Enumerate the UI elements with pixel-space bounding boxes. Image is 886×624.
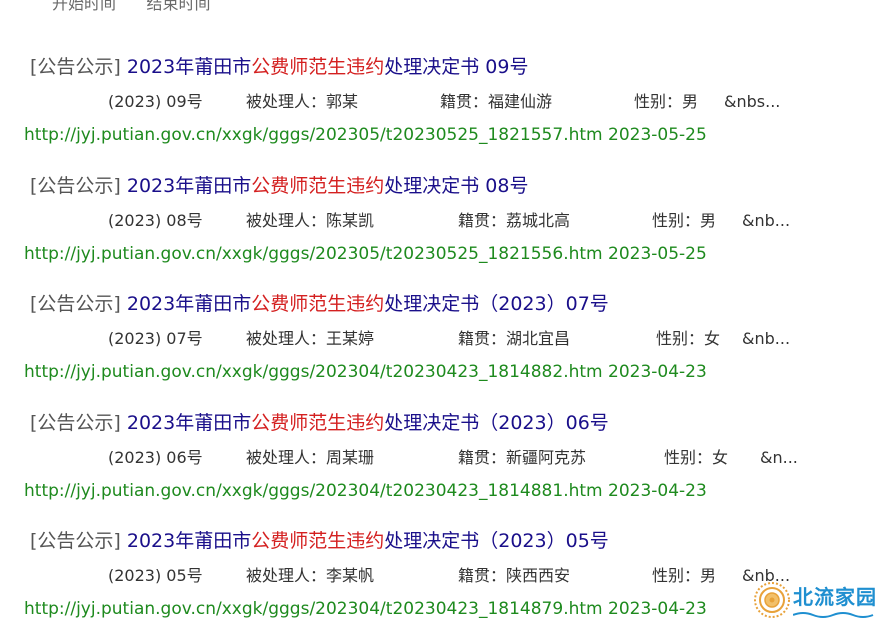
result-date: 2023-05-25	[608, 244, 707, 264]
result-category-tag: [公告公示]	[30, 175, 121, 197]
title-prefix: 2023年莆田市	[126, 412, 252, 434]
snippet-person: 被处理人：郭某	[246, 92, 359, 111]
title-keyword-highlight: 公费师范生违约	[251, 530, 385, 552]
title-prefix: 2023年莆田市	[126, 293, 252, 315]
snippet-truncated: &nb...	[742, 211, 791, 230]
result-url: http://jyj.putian.gov.cn/xxgk/gggs/20230…	[24, 481, 603, 501]
result-title-link[interactable]: [公告公示] 2023年莆田市公费师范生违约处理决定书（2023）05号	[30, 529, 609, 553]
result-url: http://jyj.putian.gov.cn/xxgk/gggs/20230…	[24, 362, 603, 382]
snippet-truncated: &nb...	[742, 329, 791, 348]
snippet-origin: 籍贯：荔城北高	[458, 211, 571, 230]
title-keyword-highlight: 公费师范生违约	[251, 293, 385, 315]
result-url-line[interactable]: http://jyj.putian.gov.cn/xxgk/gggs/20230…	[24, 124, 707, 146]
wave-decoration-icon	[793, 612, 874, 618]
title-prefix: 2023年莆田市	[126, 530, 252, 552]
result-category-tag: [公告公示]	[30, 293, 121, 315]
result-date: 2023-04-23	[608, 599, 707, 619]
snippet-doc-number: (2023) 09号	[108, 92, 203, 111]
cut-off-header-text: 开始时间 结束时间	[52, 0, 211, 13]
snippet-gender: 性别：男	[652, 211, 717, 230]
result-category-tag: [公告公示]	[30, 56, 121, 78]
snippet-doc-number: (2023) 07号	[108, 329, 203, 348]
result-title-link[interactable]: [公告公示] 2023年莆田市公费师范生违约处理决定书 08号	[30, 174, 528, 198]
result-date: 2023-04-23	[608, 481, 707, 501]
result-url-line[interactable]: http://jyj.putian.gov.cn/xxgk/gggs/20230…	[24, 598, 707, 620]
result-title-link[interactable]: [公告公示] 2023年莆田市公费师范生违约处理决定书（2023）07号	[30, 292, 609, 316]
result-title-link[interactable]: [公告公示] 2023年莆田市公费师范生违约处理决定书 09号	[30, 55, 528, 79]
title-keyword-highlight: 公费师范生违约	[251, 56, 385, 78]
snippet-doc-number: (2023) 06号	[108, 448, 203, 467]
title-keyword-highlight: 公费师范生违约	[251, 412, 385, 434]
snippet-person: 被处理人：周某珊	[246, 448, 375, 467]
result-url: http://jyj.putian.gov.cn/xxgk/gggs/20230…	[24, 599, 603, 619]
result-url-line[interactable]: http://jyj.putian.gov.cn/xxgk/gggs/20230…	[24, 243, 707, 265]
title-suffix: 处理决定书（2023）05号	[384, 530, 609, 552]
title-suffix: 处理决定书（2023）07号	[384, 293, 609, 315]
snippet-truncated: &n...	[760, 448, 798, 467]
result-category-tag: [公告公示]	[30, 530, 121, 552]
snippet-truncated: &nbs...	[724, 92, 781, 111]
snippet-doc-number: (2023) 08号	[108, 211, 203, 230]
title-suffix: 处理决定书 09号	[384, 56, 529, 78]
snippet-origin: 籍贯：福建仙游	[440, 92, 553, 111]
result-url-line[interactable]: http://jyj.putian.gov.cn/xxgk/gggs/20230…	[24, 480, 707, 502]
result-category-tag: [公告公示]	[30, 412, 121, 434]
snippet-origin: 籍贯：陕西西安	[458, 566, 571, 585]
snippet-doc-number: (2023) 05号	[108, 566, 203, 585]
sun-emblem-icon	[754, 582, 790, 618]
snippet-origin: 籍贯：湖北宜昌	[458, 329, 571, 348]
watermark-text: 北流家园	[793, 585, 877, 609]
result-title-link[interactable]: [公告公示] 2023年莆田市公费师范生违约处理决定书（2023）06号	[30, 411, 609, 435]
result-url: http://jyj.putian.gov.cn/xxgk/gggs/20230…	[24, 125, 603, 145]
title-keyword-highlight: 公费师范生违约	[251, 175, 385, 197]
title-suffix: 处理决定书（2023）06号	[384, 412, 609, 434]
snippet-person: 被处理人：李某帆	[246, 566, 375, 585]
snippet-gender: 性别：女	[664, 448, 729, 467]
result-date: 2023-04-23	[608, 362, 707, 382]
result-date: 2023-05-25	[608, 125, 707, 145]
snippet-gender: 性别：男	[634, 92, 699, 111]
snippet-gender: 性别：男	[652, 566, 717, 585]
title-prefix: 2023年莆田市	[126, 56, 252, 78]
title-prefix: 2023年莆田市	[126, 175, 252, 197]
snippet-origin: 籍贯：新疆阿克苏	[458, 448, 587, 467]
snippet-gender: 性别：女	[656, 329, 721, 348]
result-url-line[interactable]: http://jyj.putian.gov.cn/xxgk/gggs/20230…	[24, 361, 707, 383]
snippet-person: 被处理人：王某婷	[246, 329, 375, 348]
snippet-person: 被处理人：陈某凯	[246, 211, 375, 230]
title-suffix: 处理决定书 08号	[384, 175, 529, 197]
result-url: http://jyj.putian.gov.cn/xxgk/gggs/20230…	[24, 244, 603, 264]
watermark-logo: 北流家园	[753, 578, 883, 622]
